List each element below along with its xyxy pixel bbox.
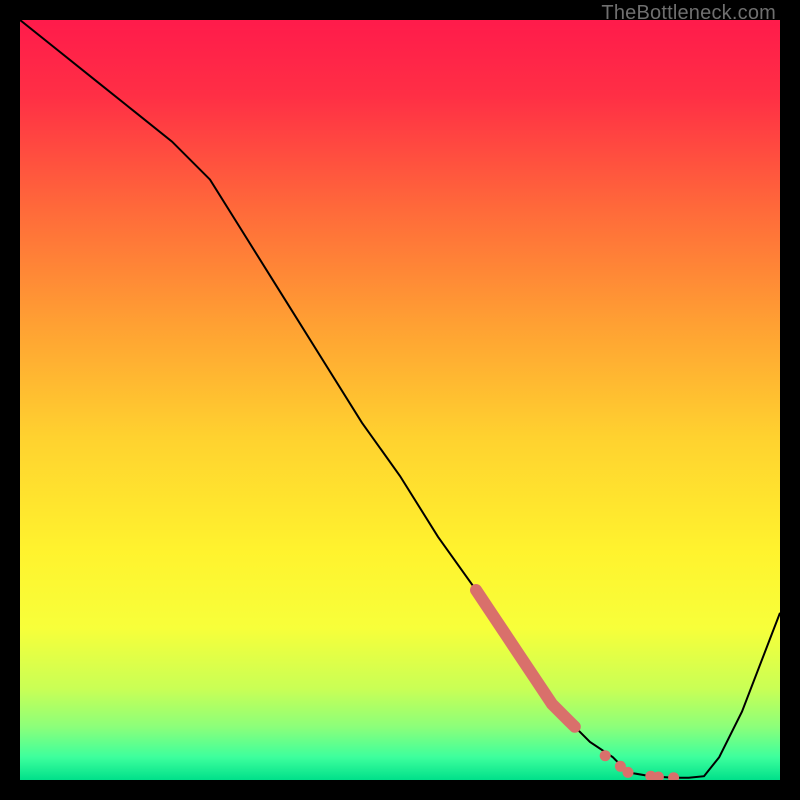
highlight-dot (623, 767, 634, 778)
bottleneck-chart (20, 20, 780, 780)
highlight-dot (600, 750, 611, 761)
chart-frame (20, 20, 780, 780)
chart-background (20, 20, 780, 780)
